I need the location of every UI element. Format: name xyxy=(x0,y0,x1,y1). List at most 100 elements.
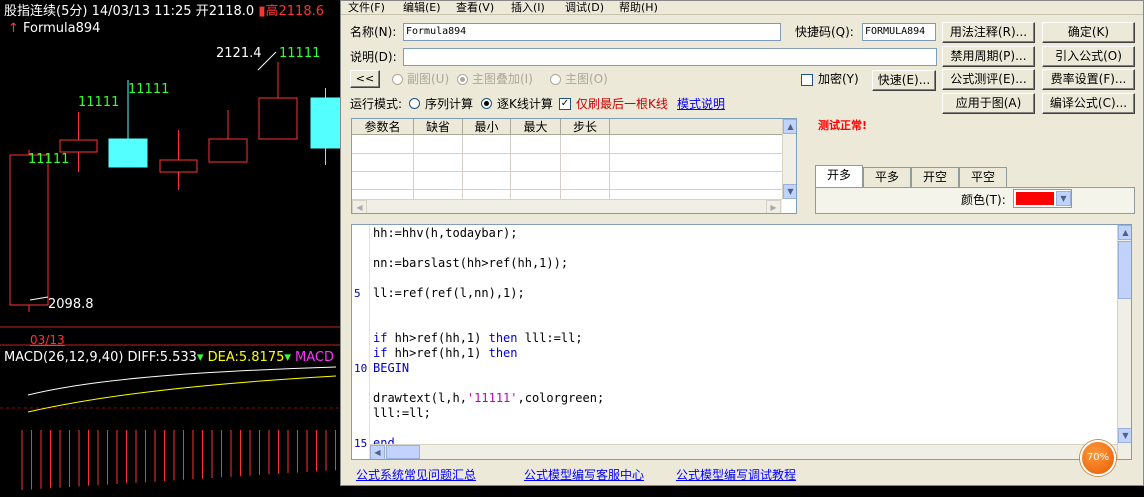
menu-insert[interactable]: 插入(I) xyxy=(511,1,545,14)
col-param-name: 参数名 xyxy=(352,119,414,135)
disable-period-button[interactable]: 禁用周期(P)... xyxy=(942,46,1035,67)
line-gutter xyxy=(352,225,370,459)
editor-scrollbar[interactable]: ▲ ▼ xyxy=(1117,225,1131,459)
sub-chart-label: 副图(U) xyxy=(407,72,450,86)
code-token: if xyxy=(373,331,388,345)
code-token: ll:=ref(ref(l,nn),1); xyxy=(373,286,525,300)
faq-link[interactable]: 公式系统常见问题汇总 xyxy=(356,468,476,483)
candle-body xyxy=(208,138,248,163)
bar-by-bar-label: 逐K线计算 xyxy=(497,97,553,111)
desc-input[interactable] xyxy=(403,48,937,66)
code-line[interactable]: BEGIN xyxy=(373,361,409,376)
tutorial-link[interactable]: 公式模型编写调试教程 xyxy=(676,468,796,483)
color-select[interactable]: ▼ xyxy=(1013,189,1072,208)
kline-chart[interactable]: 股指连续(5分) 14/03/13 11:25 开2118.0 ▮高2118.6… xyxy=(0,0,340,497)
menu-view[interactable]: 查看(V) xyxy=(456,1,494,14)
chart-canvas xyxy=(0,51,340,490)
code-line[interactable]: if hh>ref(hh,1) then lll:=ll; xyxy=(373,331,583,346)
shortcut-input[interactable]: FORMULA894 xyxy=(862,23,936,41)
code-line[interactable]: if hh>ref(hh,1) then xyxy=(373,346,518,361)
candle-body xyxy=(108,138,148,168)
col-min: 最小 xyxy=(463,119,511,135)
last-bar-label: 仅刷最后一根K线 xyxy=(576,97,668,111)
menu-help[interactable]: 帮助(H) xyxy=(619,1,658,14)
up-arrow-icon: ▮ xyxy=(258,4,266,19)
candle-body xyxy=(159,159,198,173)
apply-chart-button[interactable]: 应用于图(A) xyxy=(942,93,1035,114)
time: 11:25 xyxy=(154,4,192,19)
code-line[interactable]: drawtext(l,h,'11111',colorgreen; xyxy=(373,391,604,406)
last-bar-checkbox[interactable]: ✓ xyxy=(559,98,571,110)
encrypt-label: 加密(Y) xyxy=(818,72,859,86)
col-max: 最大 xyxy=(511,119,561,135)
tab-close-long[interactable]: 平多 xyxy=(863,167,911,187)
formula-editor-dialog: 文件(F) 编辑(E) 查看(V) 插入(I) 调试(D) 帮助(H) 名称(N… xyxy=(340,0,1144,486)
formula-test-button[interactable]: 公式测评(E)... xyxy=(942,69,1035,90)
scroll-up-icon[interactable]: ▲ xyxy=(783,119,796,134)
scroll-right-icon[interactable]: ▶ xyxy=(766,200,781,213)
encrypt-checkbox[interactable] xyxy=(801,74,813,86)
macd-macd: MACD xyxy=(295,350,335,365)
col-default: 缺省 xyxy=(414,119,463,135)
chevron-down-icon[interactable]: ▼ xyxy=(1056,191,1071,206)
candle-group xyxy=(9,51,340,312)
scroll-down-icon[interactable]: ▼ xyxy=(783,184,796,199)
menu-edit[interactable]: 编辑(E) xyxy=(403,1,441,14)
scroll-left-icon[interactable]: ◀ xyxy=(352,200,367,213)
row-line xyxy=(352,189,782,190)
candle-body xyxy=(59,139,98,153)
color-swatch xyxy=(1016,192,1054,205)
price-label-low: 2098.8 xyxy=(48,297,94,312)
code-line[interactable]: hh:=hhv(h,todaybar); xyxy=(373,226,518,241)
code-line[interactable]: nn:=barslast(hh>ref(hh,1)); xyxy=(373,256,568,271)
code-editor[interactable]: hh:=hhv(h,todaybar); nn:=barslast(hh>ref(… xyxy=(351,224,1132,460)
macd-bar-group xyxy=(21,430,336,490)
scroll-left-icon[interactable]: ◀ xyxy=(370,445,385,459)
color-label: 颜色(T): xyxy=(961,193,1006,207)
import-formula-button[interactable]: 引入公式(O) xyxy=(1042,46,1135,67)
run-mode-label: 运行模式: xyxy=(350,97,403,111)
params-table[interactable]: 参数名 缺省 最小 最大 步长 ▲ ▼ ◀ ▶ xyxy=(351,118,797,214)
main-overlay-radio[interactable] xyxy=(457,74,468,85)
usage-notes-button[interactable]: 用法注释(R)... xyxy=(942,22,1035,43)
code-token: lll:=ll; xyxy=(517,331,583,345)
progress-badge[interactable]: 70% xyxy=(1080,440,1116,476)
code-line[interactable]: ll:=ref(ref(l,nn),1); xyxy=(373,286,525,301)
code-line[interactable]: lll:=ll; xyxy=(373,406,431,421)
scroll-up-icon[interactable]: ▲ xyxy=(1118,225,1131,240)
tab-close-short[interactable]: 平空 xyxy=(959,167,1007,187)
row-line xyxy=(352,171,782,172)
confirm-button[interactable]: 确定(K) xyxy=(1042,22,1135,43)
menu-bar: 文件(F) 编辑(E) 查看(V) 插入(I) 调试(D) 帮助(H) xyxy=(341,1,1143,15)
open-price: 开2118.0 xyxy=(195,4,255,19)
tab-open-short[interactable]: 开空 xyxy=(911,167,959,187)
mode-desc-link[interactable]: 模式说明 xyxy=(677,96,725,112)
sub-chart-radio[interactable] xyxy=(392,74,403,85)
name-input[interactable]: Formula894 xyxy=(403,23,781,41)
code-token: hh>ref(hh,1) xyxy=(387,331,489,345)
main-chart-radio[interactable] xyxy=(550,74,561,85)
menu-debug[interactable]: 调试(D) xyxy=(565,1,604,14)
code-token: if xyxy=(373,346,388,360)
editor-hscrollbar[interactable]: ◀ xyxy=(370,444,1117,459)
menu-file[interactable]: 文件(F) xyxy=(348,1,385,14)
params-hscrollbar[interactable]: ◀ ▶ xyxy=(352,199,782,213)
macd-dea: DEA:5.8175 xyxy=(207,350,285,365)
service-link[interactable]: 公式模型编写客服中心 xyxy=(524,468,644,483)
scroll-down-icon[interactable]: ▼ xyxy=(1118,428,1131,443)
instrument-name: 股指连续 xyxy=(4,4,57,19)
code-token: lll:=ll; xyxy=(373,406,431,420)
code-token: then xyxy=(488,346,518,360)
hscroll-thumb[interactable] xyxy=(386,445,420,459)
col-blank xyxy=(610,119,782,135)
compile-formula-button[interactable]: 编译公式(C)... xyxy=(1042,93,1135,114)
quick-button[interactable]: 快速(E)... xyxy=(872,70,936,91)
tab-open-long[interactable]: 开多 xyxy=(815,165,863,187)
scroll-thumb[interactable] xyxy=(1118,241,1131,299)
rate-settings-button[interactable]: 费率设置(F)... xyxy=(1042,69,1135,90)
sequence-radio[interactable] xyxy=(409,98,420,109)
collapse-button[interactable]: << xyxy=(350,70,380,88)
params-scrollbar[interactable]: ▲ ▼ xyxy=(782,119,796,199)
code-token: hh>ref(hh,1) xyxy=(387,346,489,360)
bar-by-bar-radio[interactable] xyxy=(481,98,492,109)
